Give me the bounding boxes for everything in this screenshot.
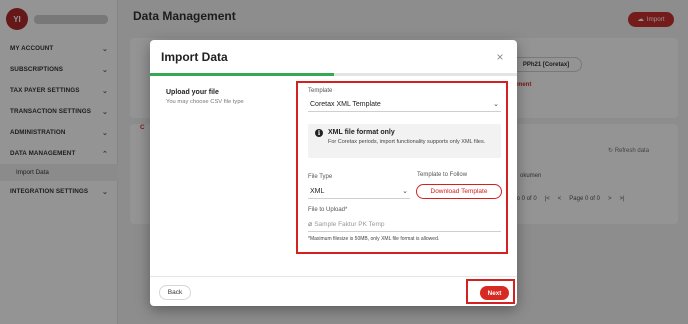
back-button[interactable]: Back xyxy=(159,285,191,300)
next-button[interactable]: Next xyxy=(480,286,509,300)
upload-form: Template Coretax XML Template ⌄ i XML fi… xyxy=(296,81,508,254)
info-icon: i xyxy=(315,129,323,137)
file-type-label: File Type xyxy=(308,174,333,180)
file-type-select-value: XML xyxy=(310,187,325,195)
info-title: XML file format only xyxy=(328,129,395,136)
step-title: Upload your file xyxy=(166,89,219,96)
template-follow-label: Template to Follow xyxy=(417,172,468,178)
paperclip-icon: ⌀ xyxy=(308,221,313,228)
footer-divider xyxy=(150,276,517,277)
template-label: Template xyxy=(308,88,333,94)
progress-bar-fill xyxy=(150,73,334,76)
template-select-value: Coretax XML Template xyxy=(310,100,381,108)
download-template-button[interactable]: Download Template xyxy=(416,184,502,199)
file-type-select[interactable]: XML ⌄ xyxy=(308,184,410,199)
file-upload-placeholder: Sample Faktur PK Temp xyxy=(314,220,385,228)
chevron-down-icon: ⌄ xyxy=(493,101,499,108)
info-body: For Coretax periods, import functionalit… xyxy=(328,139,486,145)
template-select[interactable]: Coretax XML Template ⌄ xyxy=(308,97,501,112)
modal-title: Import Data xyxy=(161,50,228,64)
file-upload-input[interactable]: ⌀ Sample Faktur PK Temp xyxy=(308,217,501,232)
chevron-down-icon: ⌄ xyxy=(402,188,408,195)
info-notice: i XML file format only For Coretax perio… xyxy=(308,124,501,158)
import-data-modal: Import Data × Upload your file You may c… xyxy=(150,40,517,306)
progress-bar xyxy=(150,73,517,76)
close-icon[interactable]: × xyxy=(492,49,508,65)
file-upload-note: *Maximum filesize is 50MB, only XML file… xyxy=(308,236,440,242)
file-upload-label: File to Upload* xyxy=(308,207,348,213)
step-subtitle: You may choose CSV file type xyxy=(166,99,244,105)
